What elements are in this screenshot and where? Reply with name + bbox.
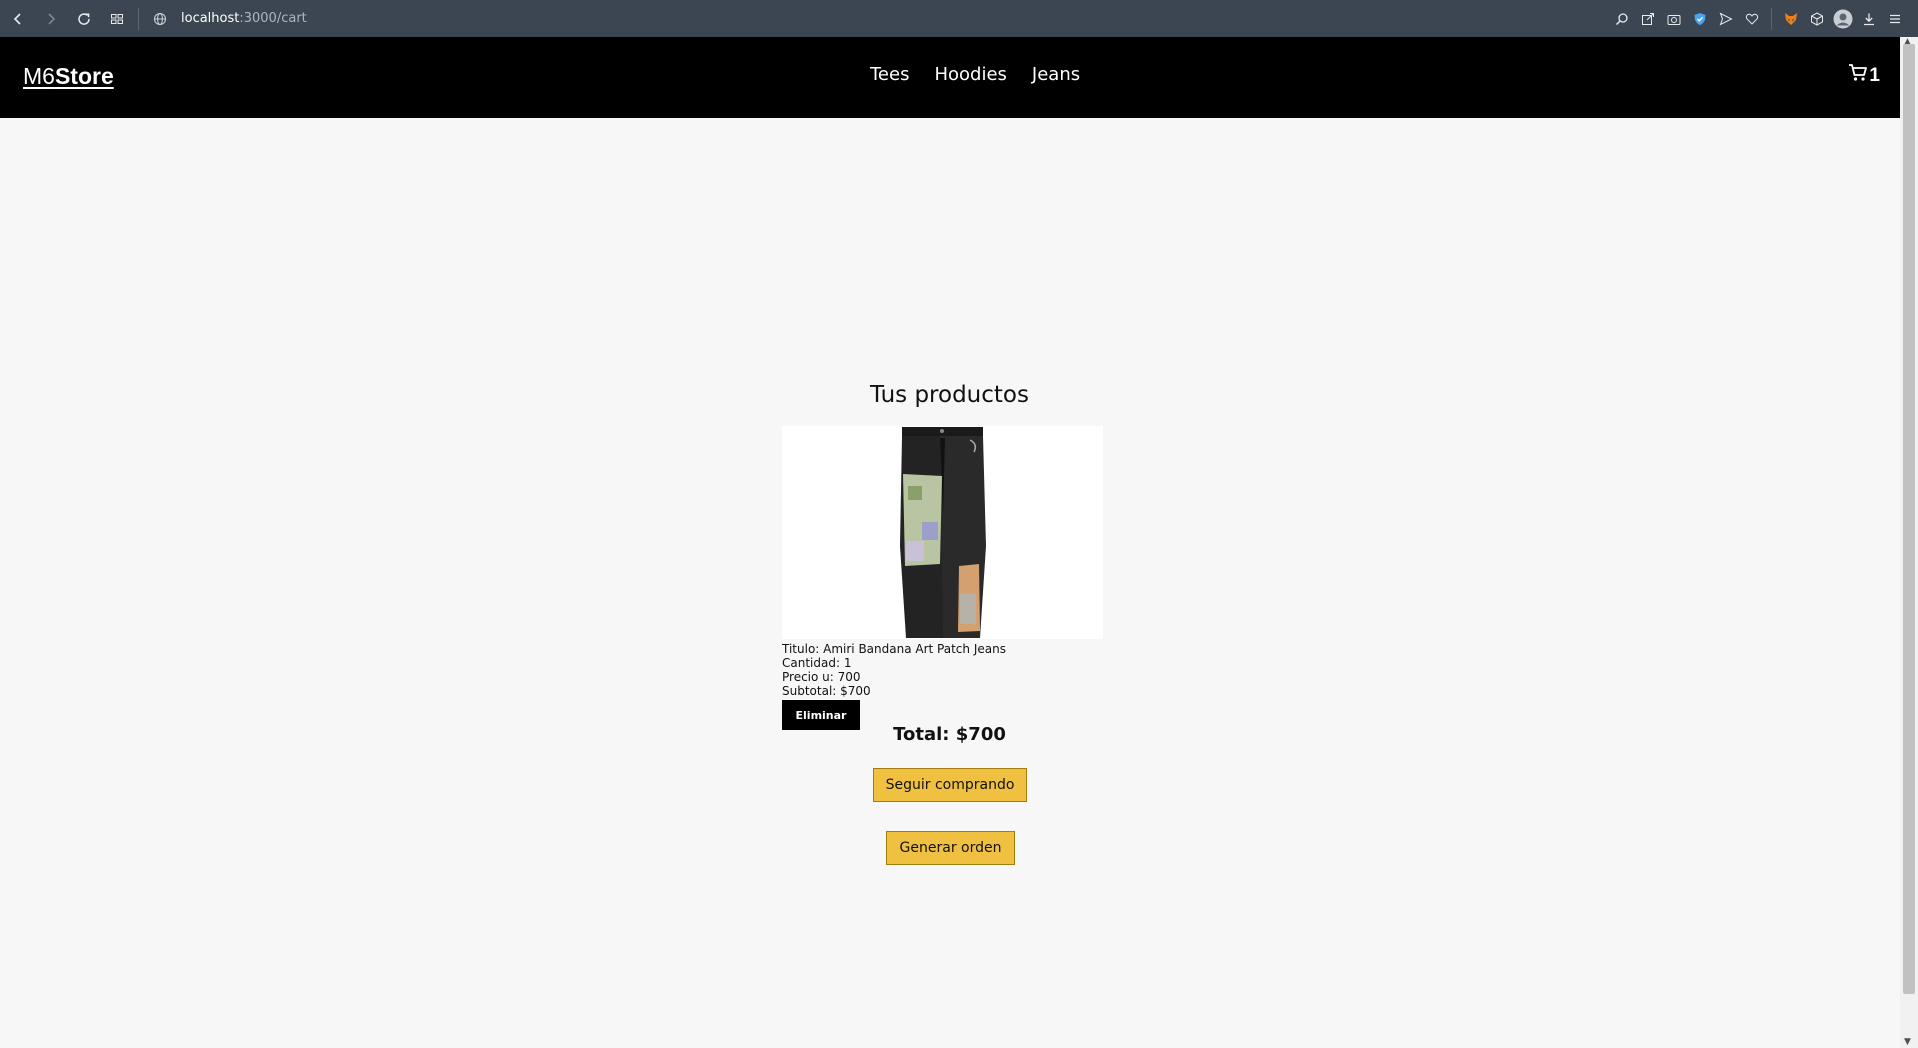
- zoom-search-icon[interactable]: [1609, 6, 1635, 32]
- share-icon[interactable]: [1635, 6, 1661, 32]
- menu-icon[interactable]: [1882, 6, 1908, 32]
- brand-bold-text: Store: [54, 63, 114, 89]
- url-host: localhost: [181, 11, 240, 26]
- scrollbar-thumb[interactable]: [1903, 44, 1915, 994]
- product-unit-price: Precio u: 700: [782, 670, 861, 684]
- product-info: Titulo: Amiri Bandana Art Patch Jeans Ca…: [782, 642, 1117, 698]
- cart-title: Tus productos: [870, 382, 1029, 408]
- generate-order-button[interactable]: Generar orden: [886, 831, 1015, 865]
- download-icon[interactable]: [1856, 6, 1882, 32]
- product-image: [782, 426, 1103, 639]
- product-quantity: Cantidad: 1: [782, 656, 852, 670]
- reload-icon[interactable]: [71, 6, 97, 32]
- browser-nav-group: [5, 6, 130, 32]
- nav-link-jeans[interactable]: Jeans: [1032, 64, 1080, 85]
- product-title: Titulo: Amiri Bandana Art Patch Jeans: [782, 642, 1006, 656]
- tab-grid-icon[interactable]: [104, 6, 130, 32]
- forward-icon[interactable]: [38, 6, 64, 32]
- cart-section: Tus productos Titulo: Amiri Bandana Art …: [782, 380, 1117, 865]
- browser-extensions: [1609, 0, 1908, 37]
- url-path: :3000/cart: [239, 11, 307, 26]
- browser-toolbar: localhost:3000/cart: [0, 0, 1918, 37]
- cart-count: 1: [1869, 64, 1880, 86]
- scroll-down-arrow-icon[interactable]: ▼: [1904, 1037, 1911, 1047]
- fox-extension-icon[interactable]: [1778, 6, 1804, 32]
- cart-total: Total: $700: [893, 724, 1006, 745]
- heart-icon[interactable]: [1739, 6, 1765, 32]
- nav-link-hoodies[interactable]: Hoodies: [934, 64, 1006, 85]
- toolbar-divider: [138, 7, 139, 30]
- main-nav: Tees Hoodies Jeans: [870, 64, 1080, 85]
- nav-link-tees[interactable]: Tees: [870, 64, 909, 85]
- camera-icon[interactable]: [1661, 6, 1687, 32]
- cube-icon[interactable]: [1804, 6, 1830, 32]
- back-icon[interactable]: [5, 6, 31, 32]
- profile-avatar-icon[interactable]: [1830, 6, 1856, 32]
- brand-logo-link[interactable]: M6Store: [23, 63, 114, 90]
- continue-shopping-button[interactable]: Seguir comprando: [873, 768, 1027, 802]
- site-header: M6Store Tees Hoodies Jeans 1: [0, 37, 1900, 118]
- product-subtotal: Subtotal: $700: [782, 684, 871, 698]
- extensions-divider: [1771, 7, 1772, 30]
- brand-light-text: M6: [23, 63, 55, 89]
- cart-link[interactable]: 1: [1848, 63, 1880, 88]
- page-scrollbar[interactable]: ▲ ▼: [1900, 37, 1918, 1048]
- globe-icon[interactable]: [147, 6, 173, 32]
- shield-icon[interactable]: [1687, 6, 1713, 32]
- address-bar[interactable]: localhost:3000/cart: [181, 11, 307, 26]
- cart-item: Titulo: Amiri Bandana Art Patch Jeans Ca…: [782, 426, 1117, 730]
- send-icon[interactable]: [1713, 6, 1739, 32]
- cart-icon: [1848, 63, 1868, 88]
